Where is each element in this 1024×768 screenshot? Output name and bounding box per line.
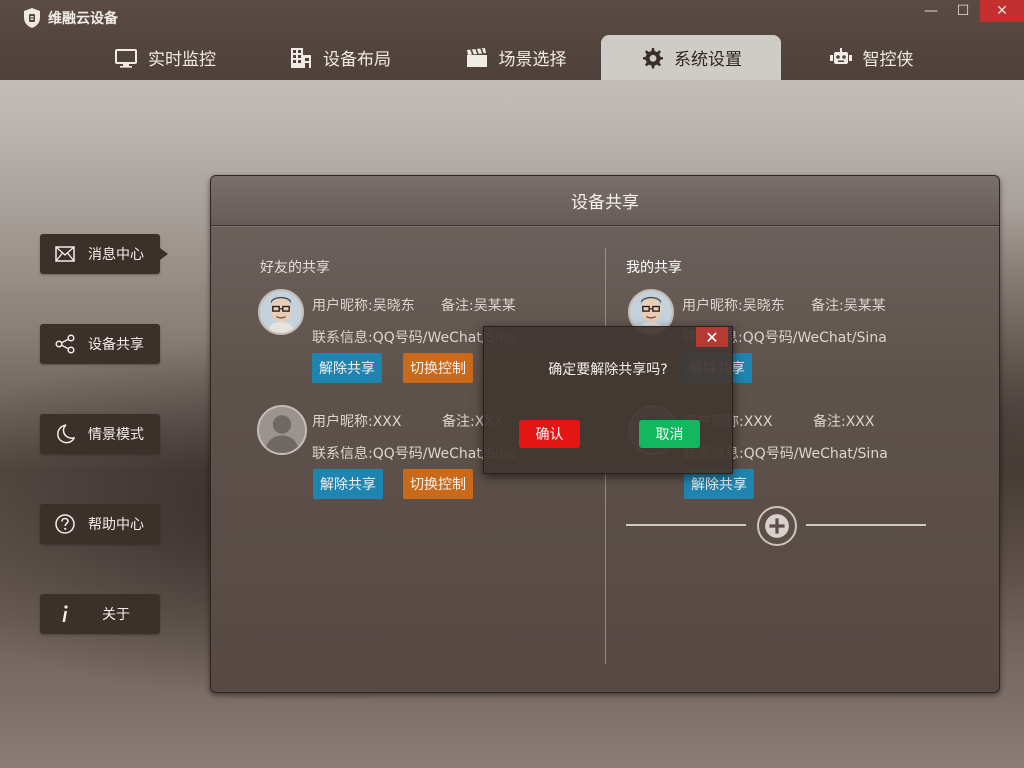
clapperboard-icon	[466, 47, 487, 67]
tab-label: 智控侠	[862, 50, 914, 70]
user-nickname: 用户昵称:吴晓东	[682, 298, 785, 314]
sidebar-item-device-share[interactable]: 设备共享	[40, 324, 160, 364]
divider-line	[806, 524, 926, 526]
switch-control-button[interactable]: 切换控制	[403, 353, 473, 383]
dialog-close-button[interactable]: ✕	[696, 327, 728, 347]
sidebar-item-scene-mode[interactable]: 情景模式	[40, 414, 160, 454]
my-share-title: 我的共享	[626, 260, 682, 276]
sidebar-item-label: 情景模式	[88, 427, 144, 443]
dialog-message: 确定要解除共享吗?	[548, 362, 668, 378]
shield-logo-icon	[24, 8, 40, 28]
mail-icon	[55, 246, 75, 262]
user-remark: 备注:XXX	[813, 414, 875, 430]
user-nickname: 用户昵称:吴晓东	[312, 298, 415, 314]
add-share-button[interactable]	[757, 506, 797, 546]
robot-icon	[829, 47, 852, 64]
help-icon	[55, 514, 75, 534]
confirm-unshare-dialog: ✕ 确定要解除共享吗? 确认 取消	[483, 326, 733, 474]
tab-device-layout[interactable]: 设备布局	[250, 35, 430, 80]
tab-smart-control[interactable]: 智控侠	[781, 35, 961, 80]
add-share-row	[626, 506, 926, 546]
title-bar: 维融云设备 — ☐ ✕ 实时监控 设备布局 场景选择 系统设置 智控侠	[0, 0, 1024, 80]
tab-label: 实时监控	[148, 50, 216, 70]
sidebar-item-label: 设备共享	[88, 337, 144, 353]
building-icon	[291, 47, 311, 68]
main-nav: 实时监控 设备布局 场景选择 系统设置 智控侠	[80, 35, 961, 80]
info-icon	[62, 605, 68, 622]
tab-realtime-monitor[interactable]: 实时监控	[80, 35, 250, 80]
divider-line	[626, 524, 746, 526]
user-remark: 备注:吴某某	[441, 298, 516, 314]
tab-label: 场景选择	[498, 50, 567, 70]
avatar	[257, 405, 307, 455]
avatar	[258, 289, 304, 335]
user-nickname: 用户昵称:XXX	[312, 414, 402, 430]
gear-icon	[643, 47, 663, 68]
sidebar-item-label: 关于	[102, 607, 130, 623]
unshare-button[interactable]: 解除共享	[312, 353, 382, 383]
user-remark: 备注:吴某某	[811, 298, 886, 314]
default-avatar-icon	[259, 407, 305, 453]
confirm-button[interactable]: 确认	[519, 420, 580, 448]
plus-icon	[765, 514, 789, 538]
moon-icon	[57, 424, 76, 444]
sidebar-item-label: 帮助中心	[88, 517, 144, 533]
minimize-button[interactable]: —	[916, 0, 946, 22]
restore-button[interactable]: ☐	[946, 0, 980, 22]
switch-control-button[interactable]: 切换控制	[403, 469, 473, 499]
sidebar-item-help-center[interactable]: 帮助中心	[40, 504, 160, 544]
tab-system-settings[interactable]: 系统设置	[601, 35, 781, 80]
tab-label: 系统设置	[674, 50, 742, 70]
friends-share-title: 好友的共享	[260, 260, 330, 276]
sidebar-item-message-center[interactable]: 消息中心	[40, 234, 168, 274]
close-window-button[interactable]: ✕	[980, 0, 1024, 22]
app-title: 维融云设备	[22, 6, 118, 30]
panel-title: 设备共享	[211, 176, 999, 226]
window-controls: — ☐ ✕	[916, 0, 1024, 22]
sidebar-item-about[interactable]: 关于	[40, 594, 160, 634]
unshare-button[interactable]: 解除共享	[313, 469, 383, 499]
tab-label: 设备布局	[323, 50, 391, 70]
share-icon	[55, 334, 75, 354]
cancel-button[interactable]: 取消	[639, 420, 700, 448]
app-title-text: 维融云设备	[48, 11, 118, 27]
cartoon-avatar-icon	[260, 291, 302, 333]
monitor-icon	[115, 48, 137, 68]
sidebar-item-label: 消息中心	[88, 247, 144, 263]
tab-scene-select[interactable]: 场景选择	[430, 35, 601, 80]
